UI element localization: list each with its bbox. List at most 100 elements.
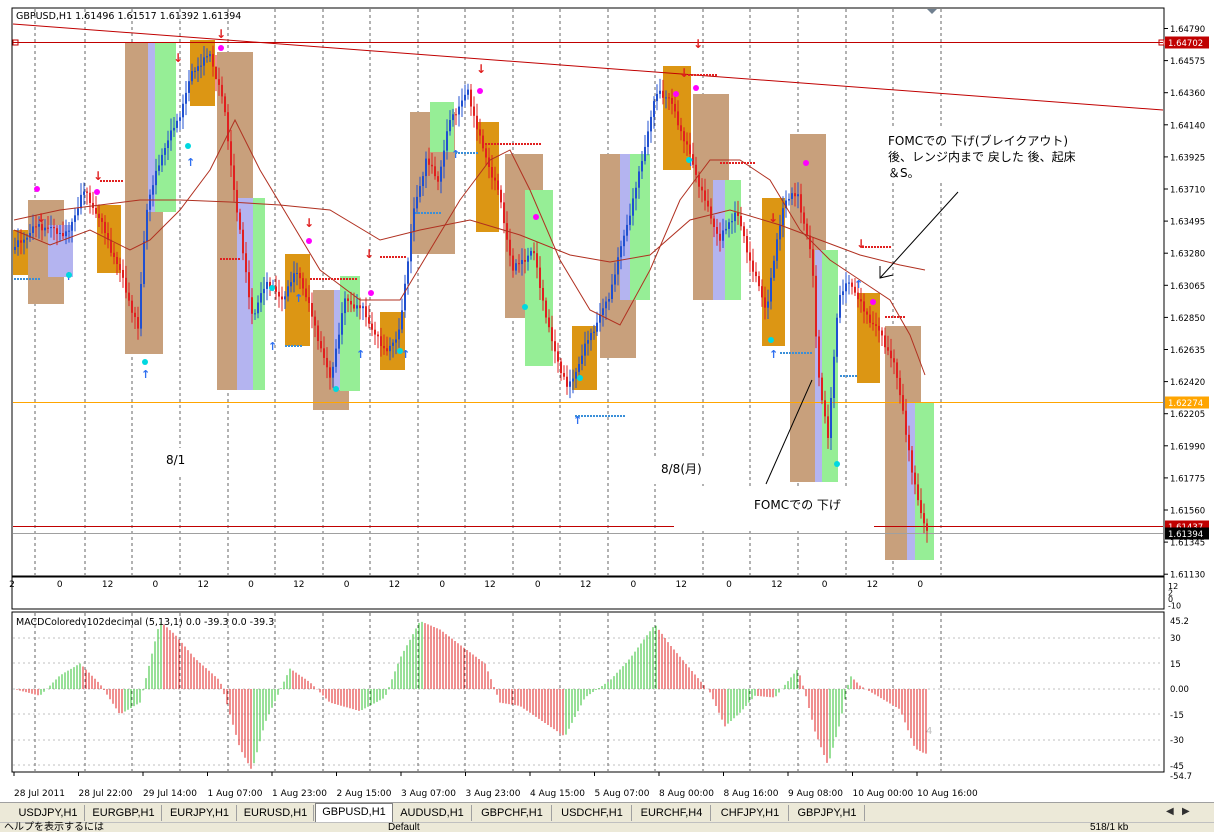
- candle-body: [884, 335, 886, 348]
- candle-body: [164, 148, 166, 155]
- candle-body: [155, 170, 157, 186]
- candle-body: [143, 241, 145, 285]
- level-dot: [500, 143, 502, 145]
- level-dot: [723, 162, 725, 164]
- candle-body: [719, 233, 721, 241]
- candle-body: [845, 283, 847, 292]
- level-dot: [383, 256, 385, 258]
- tab-gbpchf-h1[interactable]: GBPCHF,H1: [473, 805, 552, 821]
- candle-body: [839, 295, 841, 318]
- tab-eurusd-h1[interactable]: EURUSD,H1: [238, 805, 314, 821]
- tab-gbpusd-h1[interactable]: GBPUSD,H1: [315, 803, 393, 823]
- candle-body: [137, 317, 139, 329]
- level-dot: [697, 74, 699, 76]
- tab-gbpjpy-h1[interactable]: GBPJPY,H1: [790, 805, 865, 821]
- tab-eurchf-h4[interactable]: EURCHF,H4: [633, 805, 711, 821]
- candle-body: [584, 343, 586, 356]
- candle-body: [338, 334, 340, 349]
- candle-body: [200, 65, 202, 67]
- candle-body: [134, 312, 136, 318]
- candle-body: [224, 96, 226, 113]
- candle-body: [119, 264, 121, 270]
- candle-body: [434, 166, 436, 177]
- candle-body: [281, 296, 283, 300]
- candle-body: [836, 317, 838, 357]
- level-dot: [880, 246, 882, 248]
- price-tick-label: 1.64790: [1170, 25, 1205, 35]
- level-dot: [518, 143, 520, 145]
- level-dot: [614, 415, 616, 417]
- level-dot: [712, 74, 714, 76]
- candle-body: [236, 189, 238, 213]
- magenta-signal-dot: [218, 45, 224, 51]
- level-dot: [512, 143, 514, 145]
- candle-body: [101, 217, 103, 222]
- level-dot: [23, 278, 25, 280]
- level-dot: [464, 152, 466, 154]
- candle-body: [443, 150, 445, 167]
- cyan-signal-dot: [142, 359, 148, 365]
- tab-scroll-right-icon[interactable]: ▶: [1182, 806, 1190, 817]
- candle-body: [722, 230, 724, 241]
- candle-body: [536, 253, 538, 268]
- level-dot: [747, 162, 749, 164]
- chart-area[interactable]: ↓↓↓↓↓↓↓↓↓↓↓↑↑↑↑↑↑↑↑↑↑↑↑ 1.647901.645751.…: [0, 0, 1214, 802]
- cyan-signal-dot: [397, 348, 403, 354]
- candle-body: [770, 277, 772, 302]
- level-dot: [852, 375, 854, 377]
- candle-body: [638, 171, 640, 188]
- status-traffic: 518/1 kb: [1090, 822, 1129, 832]
- tab-scroll-left-icon[interactable]: ◀: [1166, 806, 1174, 817]
- candle-body: [356, 305, 358, 309]
- candle-body: [725, 228, 727, 231]
- magenta-signal-dot: [673, 91, 679, 97]
- tab-eurgbp-h1[interactable]: EURGBP,H1: [86, 805, 162, 821]
- level-dot: [297, 345, 299, 347]
- candle-body: [32, 226, 34, 234]
- candle-body: [656, 93, 658, 102]
- level-dot: [226, 258, 228, 260]
- candle-body: [698, 174, 700, 187]
- tab-usdjpy-h1[interactable]: USDJPY,H1: [12, 805, 85, 821]
- tab-chfjpy-h1[interactable]: CHFJPY,H1: [712, 805, 789, 821]
- level-dot: [578, 415, 580, 417]
- candle-body: [452, 114, 454, 121]
- sell-arrow-icon: ↓: [36, 211, 46, 225]
- tab-eurjpy-h1[interactable]: EURJPY,H1: [163, 805, 237, 821]
- hour-tick-label: 12: [102, 580, 113, 590]
- candle-body: [41, 224, 43, 231]
- candle-body: [518, 263, 520, 265]
- candle-body: [623, 235, 625, 247]
- level-dot: [900, 316, 902, 318]
- candle-body: [365, 306, 367, 318]
- price-tick-label: 1.63710: [1170, 186, 1205, 196]
- candle-body: [533, 251, 535, 254]
- candle-body: [758, 276, 760, 287]
- level-dot: [115, 180, 117, 182]
- level-dot: [424, 212, 426, 214]
- level-dot: [509, 143, 511, 145]
- level-dot: [729, 162, 731, 164]
- session-box: [725, 180, 741, 300]
- tab-usdchf-h1[interactable]: USDCHF,H1: [553, 805, 632, 821]
- candle-body: [185, 92, 187, 104]
- price-tick-label: 1.63495: [1170, 218, 1205, 228]
- candle-body: [872, 322, 874, 325]
- level-dot: [596, 415, 598, 417]
- candle-body: [632, 198, 634, 216]
- level-dot: [415, 212, 417, 214]
- candle-body: [890, 350, 892, 359]
- tab-audusd-h1[interactable]: AUDUSD,H1: [393, 805, 472, 821]
- level-dot: [343, 278, 345, 280]
- candle-body: [572, 378, 574, 382]
- candle-body: [326, 357, 328, 368]
- level-dot: [871, 246, 873, 248]
- level-dot: [340, 278, 342, 280]
- candle-body: [716, 227, 718, 234]
- candle-body: [602, 308, 604, 315]
- hour-tick-label: 0: [153, 580, 159, 590]
- level-dot: [709, 74, 711, 76]
- candle-body: [62, 233, 64, 237]
- candle-body: [230, 141, 232, 166]
- hour-tick-label: 0: [344, 580, 350, 590]
